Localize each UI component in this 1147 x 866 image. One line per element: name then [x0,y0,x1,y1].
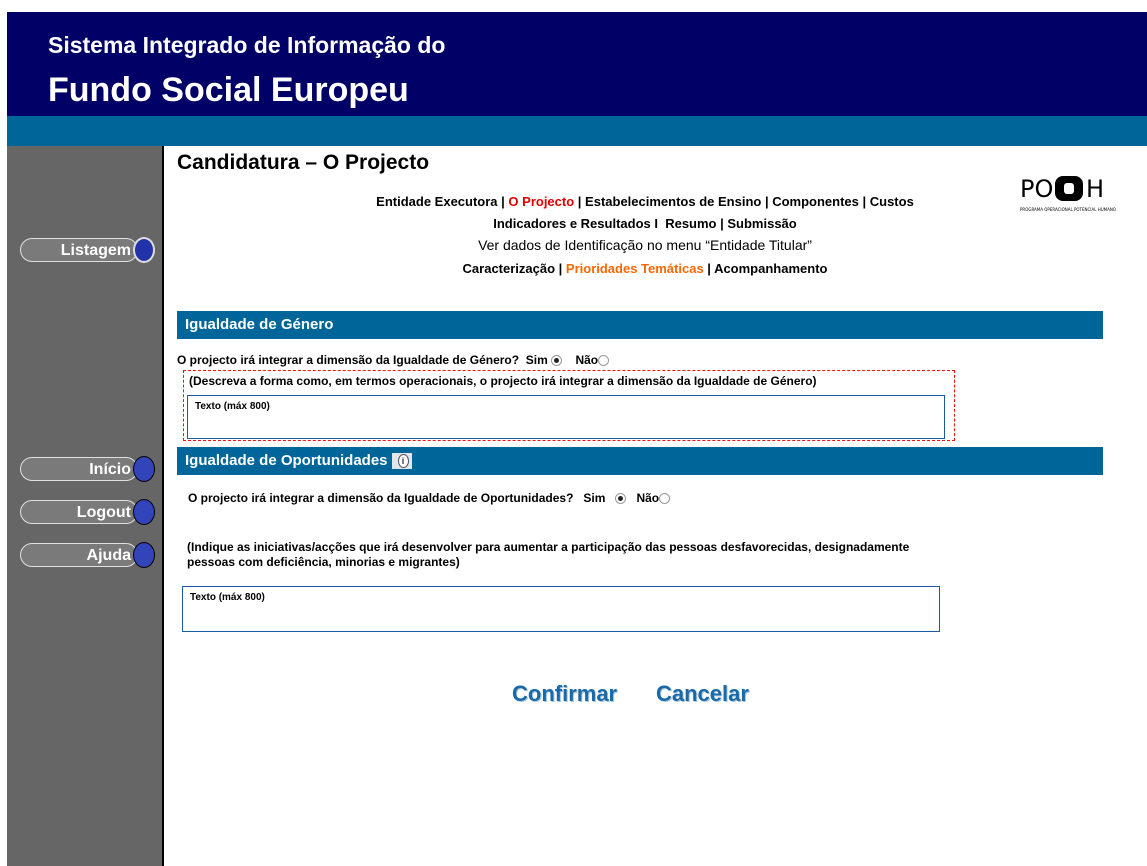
oportunidades-nao-label: Não [636,491,660,505]
logo-hole [1064,183,1074,194]
listagem-button[interactable]: Listagem [20,237,155,265]
knob-icon [133,237,155,263]
nav-o-projecto[interactable]: O Projecto [508,194,574,209]
cancelar-button[interactable]: Cancelar [656,681,749,707]
nav-separator: | [703,261,715,276]
nav-separator: I [650,216,666,231]
logout-button[interactable]: Logout [20,499,155,527]
listagem-label: Listagem [60,242,131,259]
oportunidades-nao-radio[interactable] [659,493,671,505]
info-icon[interactable] [391,453,412,470]
nav-separator: | [497,194,509,209]
section-title: Igualdade de Oportunidades [185,452,388,469]
genero-question: O projecto irá integrar a dimensão da Ig… [177,353,520,367]
genero-nao-radio[interactable] [598,355,610,367]
inicio-label: Início [89,461,131,478]
nav-indicadores[interactable]: Indicadores e Resultados [493,216,651,231]
nav-separator: | [858,194,870,209]
oportunidades-question-row: O projecto irá integrar a dimensão da Ig… [188,491,671,505]
app-subtitle: Sistema Integrado de Informação do [48,32,446,58]
oportunidades-text-input[interactable]: Texto (máx 800) [182,586,940,632]
app-title: Fundo Social Europeu [48,71,409,109]
ajuda-button[interactable]: Ajuda [20,542,155,570]
header-bar [7,116,1147,146]
nav-resumo[interactable]: Resumo [665,216,716,231]
nav-caracterizacao[interactable]: Caracterização [463,261,556,276]
confirmar-button[interactable]: Confirmar [512,681,617,707]
poph-logo: PO H PROGRAMA OPERACIONAL POTENCIAL HUMA… [1020,173,1130,213]
genero-nao-label: Não [575,353,599,367]
oportunidades-sim-radio[interactable] [615,493,627,505]
nav-separator: | [555,261,566,276]
genero-text-placeholder: Texto (máx 800) [195,401,270,412]
sub-nav: Caracterização | Prioridades Temáticas |… [200,261,1090,276]
ajuda-label: Ajuda [86,547,131,564]
nav-separator: | [761,194,773,209]
knob-icon [133,499,155,525]
knob-icon [133,456,155,482]
oportunidades-sim-label: Sim [583,491,606,505]
inicio-button[interactable]: Início [20,456,155,484]
page-title: Candidatura – O Projecto [177,151,430,174]
nav-entidade-executora[interactable]: Entidade Executora [376,194,497,209]
oportunidades-instruction-2: pessoas com deficiência, minorias e migr… [187,555,460,569]
logout-label: Logout [76,504,131,521]
logo-po: PO [1020,175,1053,203]
knob-icon [133,542,155,568]
project-nav-2: Indicadores e Resultados I Resumo | Subm… [200,216,1090,231]
oportunidades-instruction-1: (Indique as iniciativas/acções que irá d… [187,540,910,554]
logo-caption: PROGRAMA OPERACIONAL POTENCIAL HUMANO [1020,207,1116,212]
section-title-row: Igualdade de Oportunidades [185,452,412,470]
identification-note: Ver dados de Identificação no menu “Enti… [478,237,812,253]
nav-submissao[interactable]: Submissão [727,216,796,231]
nav-custos[interactable]: Custos [870,194,914,209]
section-oportunidades-header: Igualdade de Oportunidades [177,447,1103,475]
nav-acompanhamento[interactable]: Acompanhamento [714,261,827,276]
genero-instruction: (Descreva a forma como, em termos operac… [189,374,817,388]
oportunidades-text-placeholder: Texto (máx 800) [190,592,265,603]
nav-estabelecimentos[interactable]: Estabelecimentos de Ensino [585,194,761,209]
genero-sim-radio[interactable] [551,355,563,367]
project-nav: Entidade Executora | O Projecto | Estabe… [200,194,1090,209]
nav-separator: | [574,194,586,209]
section-title: Igualdade de Género [185,316,334,333]
genero-text-input[interactable]: Texto (máx 800) [187,395,945,439]
nav-componentes[interactable]: Componentes [772,194,859,209]
genero-question-row: O projecto irá integrar a dimensão da Ig… [177,353,610,367]
section-genero-header: Igualdade de Género [177,311,1103,339]
genero-sim-label: Sim [525,353,548,367]
oportunidades-question: O projecto irá integrar a dimensão da Ig… [188,491,574,505]
nav-separator: | [716,216,728,231]
nav-prioridades-tematicas[interactable]: Prioridades Temáticas [566,261,704,276]
logo-h: H [1086,175,1104,203]
